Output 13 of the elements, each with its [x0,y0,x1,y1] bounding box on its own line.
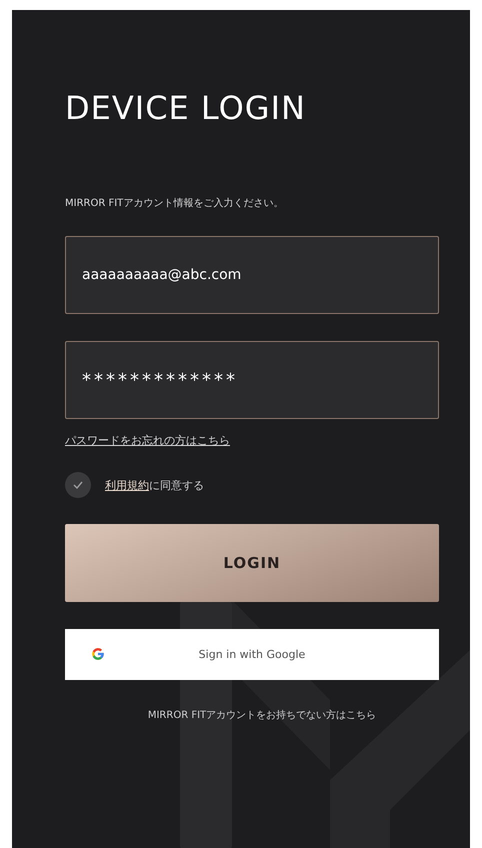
instruction-text: MIRROR FITアカウント情報をご入力ください。 [65,196,284,210]
password-field[interactable]: ************* [65,341,439,419]
page-title: DEVICE LOGIN [65,88,306,128]
sign-up-link[interactable]: MIRROR FITアカウントをお持ちでない方はこちら [148,708,376,722]
google-sign-in-button[interactable]: Sign in with Google [65,629,439,680]
google-icon [91,647,105,661]
terms-label: に同意する [149,478,204,492]
terms-checkbox[interactable] [65,472,91,498]
terms-link[interactable]: 利用規約 [105,478,149,492]
email-field[interactable]: aaaaaaaaaa@abc.com [65,236,439,314]
check-icon [73,481,83,489]
login-button[interactable]: LOGIN [65,524,439,602]
forgot-password-link[interactable]: パスワードをお忘れの方はこちら [65,433,230,448]
